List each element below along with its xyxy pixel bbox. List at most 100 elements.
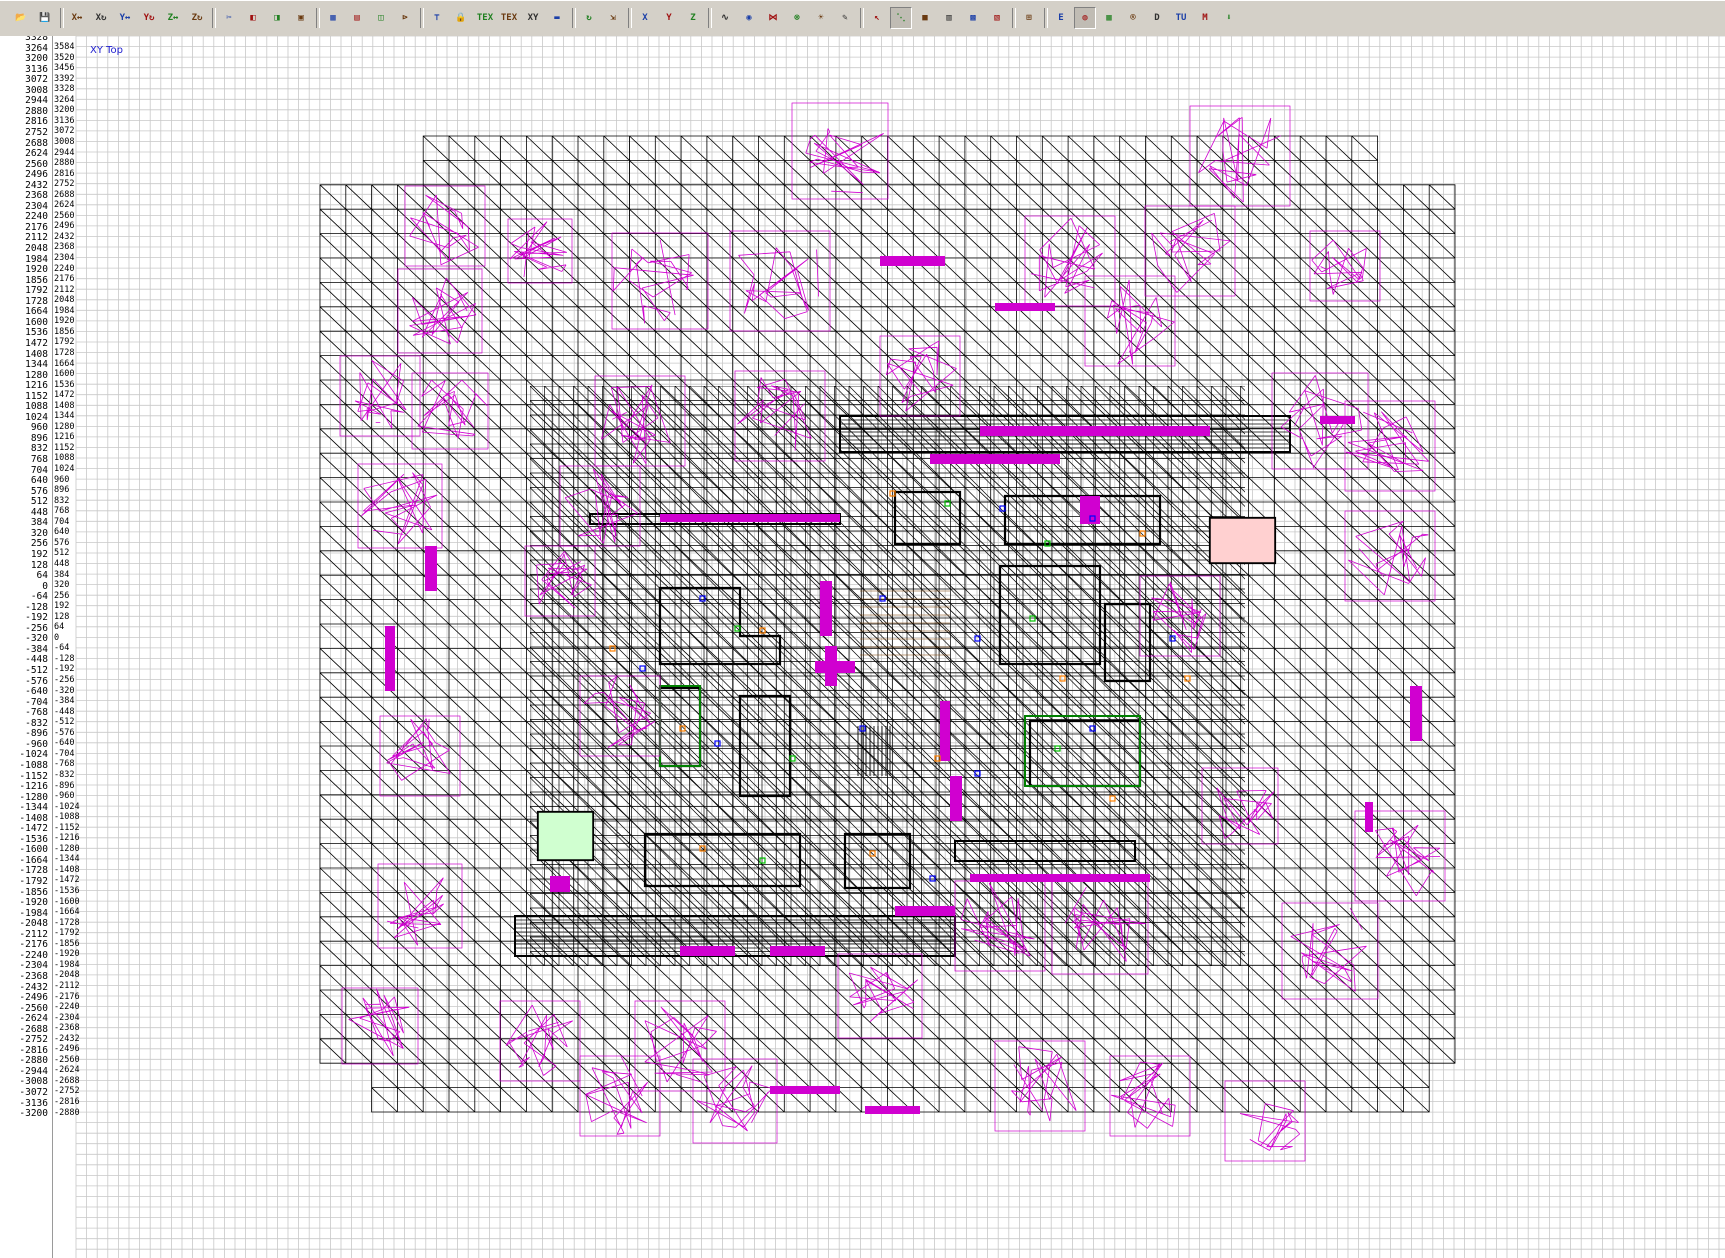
ruler-inner-tick-label: 1280: [54, 421, 75, 432]
brush-red-button[interactable]: ■: [914, 7, 936, 29]
d-button-icon: D: [1154, 12, 1160, 23]
ruler-inner-tick-label: 2944: [54, 147, 75, 158]
ruler-inner-tick-label: 3072: [54, 126, 75, 137]
xy-view-icon: XY: [527, 12, 539, 23]
ruler-left-tick-label: -2624: [19, 1013, 48, 1025]
rot-x-button[interactable]: X↻: [90, 7, 112, 29]
pickup-entity: [714, 740, 721, 747]
camera-button[interactable]: ⊳: [394, 7, 416, 29]
scale-button[interactable]: ⇲: [602, 7, 624, 29]
solid-detail-brush: [825, 646, 837, 686]
open-file-icon: 📂: [15, 12, 27, 23]
ruler-left-tick-label: 1088: [25, 401, 48, 413]
ruler-left-tick-label: -3008: [19, 1076, 48, 1088]
ruler-left-tick-label: -1216: [19, 781, 48, 793]
region-button[interactable]: ▥: [938, 7, 960, 29]
ruler-inner-tick-label: -576: [54, 727, 75, 738]
flip-z-button[interactable]: Z↔: [162, 7, 184, 29]
lock-button[interactable]: ▩: [962, 7, 984, 29]
flip-x-icon: X↔: [71, 12, 83, 23]
ruler-left-tick-label: 448: [30, 506, 48, 518]
clip-button[interactable]: ✂: [218, 7, 240, 29]
editor-button[interactable]: E: [1050, 7, 1072, 29]
r-circle-button[interactable]: ®: [1122, 7, 1144, 29]
show-lights-button[interactable]: ☀: [810, 7, 832, 29]
vertex-edit-button[interactable]: ⋱: [890, 7, 912, 29]
arrow-down-button[interactable]: ⬇: [1218, 7, 1240, 29]
ruler-inner-tick-label: 3008: [54, 136, 75, 147]
ruler-left-tick-label: 1216: [25, 380, 48, 392]
change-views-button[interactable]: ▦: [322, 7, 344, 29]
texture-lock-button[interactable]: 🔒: [450, 7, 472, 29]
light-entity: [1059, 675, 1066, 682]
flip-y-button[interactable]: Y↔: [114, 7, 136, 29]
dont-select-curve-button[interactable]: ⊗: [786, 7, 808, 29]
ruler-left-tick-label: -2688: [19, 1023, 48, 1035]
editor-icon: E: [1058, 12, 1064, 23]
axis-z-button[interactable]: Z: [682, 7, 704, 29]
ruler-inner-tick-label: -448: [54, 706, 75, 717]
paint-icon: ✎: [842, 12, 848, 23]
ruler-inner-tick-label: -1280: [54, 843, 80, 854]
open-button[interactable]: 📂: [10, 7, 32, 29]
entity-button[interactable]: ⊞: [1018, 7, 1040, 29]
ruler-left-tick-label: 2176: [25, 221, 48, 233]
tu-button[interactable]: TU: [1170, 7, 1192, 29]
ruler-left-tick-label: -2752: [19, 1034, 48, 1046]
matrix-icon: ▦: [1106, 12, 1112, 23]
camera-icon: ⊳: [402, 12, 408, 23]
m-button-button[interactable]: M: [1194, 7, 1216, 29]
filter-icon: ▧: [994, 12, 1000, 23]
light-entity: [1109, 795, 1116, 802]
ruler-left-tick-label: -640: [25, 686, 48, 698]
ruler-left-tick-label: -1792: [19, 876, 48, 887]
rotate-button[interactable]: ↻: [578, 7, 600, 29]
ruler-inner-tick-label: -640: [54, 738, 75, 749]
patch-button[interactable]: ▬: [546, 7, 568, 29]
entity-list-button[interactable]: ⊤: [426, 7, 448, 29]
inner-playfield: [530, 386, 1245, 966]
ruler-left-tick-label: 192: [30, 548, 48, 560]
rot-y-button[interactable]: Y↻: [138, 7, 160, 29]
tree-entity: [1110, 1061, 1176, 1129]
hollow-button[interactable]: ▣: [290, 7, 312, 29]
xy-view-button[interactable]: XY: [522, 7, 544, 29]
csg-sub-button[interactable]: ◧: [242, 7, 264, 29]
map-canvas[interactable]: [0, 36, 1725, 1258]
toolbar-separator: [420, 8, 424, 28]
select-mode-button[interactable]: ↖: [866, 7, 888, 29]
filter-button[interactable]: ▧: [986, 7, 1008, 29]
tex-scale-button[interactable]: TEX: [498, 7, 520, 29]
save-button[interactable]: 💾: [34, 7, 56, 29]
show-models-button[interactable]: ◉: [738, 7, 760, 29]
show-patches-button[interactable]: ⋈: [762, 7, 784, 29]
textures-button[interactable]: ▤: [346, 7, 368, 29]
ruler-inner-tick-label: 2752: [54, 179, 75, 190]
axis-y-button[interactable]: Y: [658, 7, 680, 29]
ruler-left-tick-label: -3200: [19, 1108, 48, 1120]
tex-shift-button[interactable]: TEX: [474, 7, 496, 29]
csg-merge-button[interactable]: ◨: [266, 7, 288, 29]
ruler-left-tick-label: -3072: [19, 1087, 48, 1098]
ruler-inner-tick-label: 1536: [54, 379, 75, 390]
paint-button[interactable]: ✎: [834, 7, 856, 29]
d-button-button[interactable]: D: [1146, 7, 1168, 29]
left-coordinate-ruler: 3328 3264 3200 3136 3072 3008 2944 2880 2816 2752…: [0, 36, 53, 1258]
globe-button[interactable]: ◍: [1074, 7, 1096, 29]
entity-bounds: [1189, 105, 1291, 207]
cubic-button[interactable]: ◫: [370, 7, 392, 29]
scale-icon: ⇲: [610, 12, 616, 23]
matrix-button[interactable]: ▦: [1098, 7, 1120, 29]
ruler-inner-tick-label: -1728: [54, 917, 80, 928]
ruler-inner-tick-label: -2560: [54, 1054, 80, 1065]
ruler-left-tick-label: 2688: [25, 137, 48, 149]
xy-top-viewport[interactable]: 3328 3264 3200 3136 3072 3008 2944 2880 2816 2752…: [0, 36, 1725, 1258]
texture-lock-icon: 🔒: [455, 12, 467, 23]
ruler-left-tick-label: 128: [30, 559, 48, 571]
rot-z-button[interactable]: Z↻: [186, 7, 208, 29]
ruler-left-tick-label: 3200: [25, 53, 48, 65]
flip-x-button[interactable]: X↔: [66, 7, 88, 29]
axis-x-button[interactable]: X: [634, 7, 656, 29]
ruler-left-tick-label: 2368: [25, 190, 48, 202]
show-curves-button[interactable]: ∿: [714, 7, 736, 29]
